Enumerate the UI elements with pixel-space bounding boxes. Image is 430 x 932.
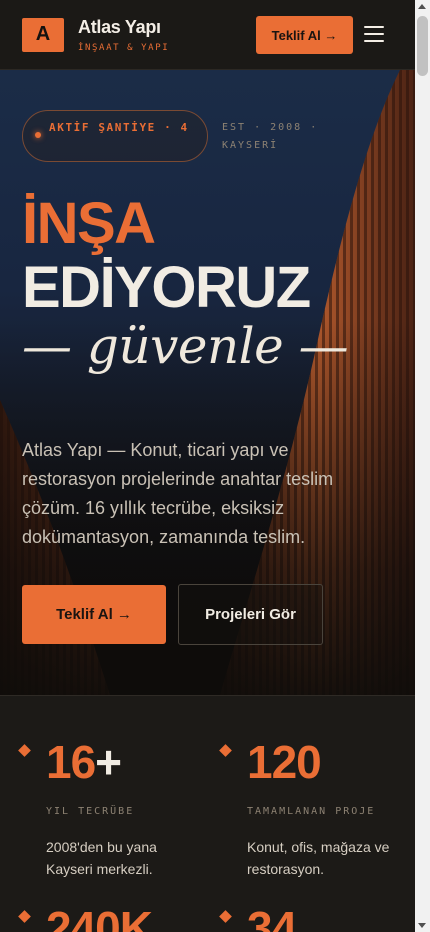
diamond-icon (18, 910, 31, 923)
projects-button[interactable]: Projeleri Gör (178, 584, 323, 645)
quote-button[interactable]: Teklif Al → (22, 585, 166, 644)
headline-line-1: İNŞA (22, 191, 156, 256)
diamond-icon (18, 744, 31, 757)
logo-mark[interactable]: A (22, 17, 64, 52)
stat-label: TAMAMLANAN PROJE (247, 806, 376, 817)
page-scrollbar[interactable] (415, 0, 430, 932)
stat-description: 2008'den bu yana Kayseri merkezli. (46, 839, 157, 877)
diamond-icon (219, 910, 232, 923)
stats-section: 16+ YIL TECRÜBE 2008'den bu yana Kayseri… (0, 695, 415, 932)
hero-description: Atlas Yapı — Konut, ticari yapı ve resto… (22, 440, 334, 547)
stat-number: 120 (247, 736, 322, 788)
hamburger-menu-icon[interactable] (364, 26, 384, 42)
brand-name: Atlas Yapı (78, 16, 161, 37)
menu-bar (364, 40, 384, 42)
headline-line-2: EDİYORUZ (22, 255, 311, 320)
brand[interactable]: Atlas Yapı İNŞAAT & YAPI (78, 17, 169, 53)
established-label: EST · 2008 · KAYSERİ (222, 122, 319, 151)
scroll-down-arrow-icon[interactable] (418, 923, 426, 928)
stat-number: 34 (247, 902, 297, 932)
scroll-thumb[interactable] (417, 16, 428, 76)
brand-tagline: İNŞAAT & YAPI (78, 42, 170, 53)
stat-number: 240K (46, 902, 153, 932)
hero-section: AKTİF ŞANTİYE · 4 EST · 2008 · KAYSERİ İ… (0, 70, 415, 695)
badge-text: AKTİF ŞANTİYE · 4 (49, 121, 189, 134)
stat-label: YIL TECRÜBE (46, 806, 135, 817)
active-sites-badge: AKTİF ŞANTİYE · 4 (22, 110, 208, 162)
scroll-up-arrow-icon[interactable] (418, 4, 426, 9)
stat-number: 16+ (46, 736, 122, 788)
status-dot-icon (35, 132, 41, 138)
header-quote-button[interactable]: Teklif Al → (256, 16, 353, 54)
page: A Atlas Yapı İNŞAAT & YAPI Teklif Al → A… (0, 0, 415, 932)
diamond-icon (219, 744, 232, 757)
site-header: A Atlas Yapı İNŞAAT & YAPI Teklif Al → (0, 0, 415, 70)
menu-bar (364, 33, 384, 35)
menu-bar (364, 26, 384, 28)
stat-description: Konut, ofis, mağaza ve restorasyon. (247, 839, 390, 877)
headline-line-3: — güvenle — (22, 317, 349, 375)
